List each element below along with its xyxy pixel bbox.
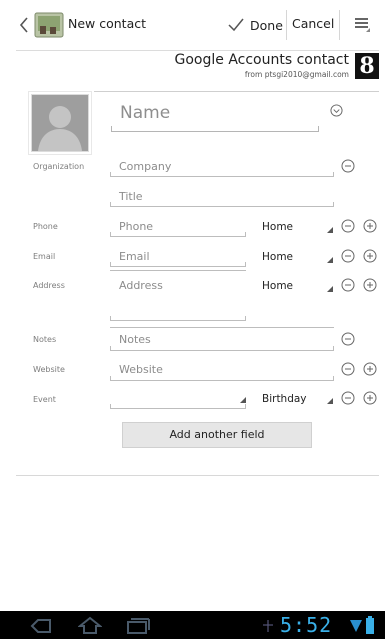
remove-icon[interactable] xyxy=(341,362,355,376)
add-icon[interactable] xyxy=(363,278,377,292)
website-label: Website xyxy=(33,365,65,374)
divider xyxy=(339,10,340,40)
email-label: Email xyxy=(33,252,56,261)
checkmark-icon xyxy=(228,18,244,32)
google-logo: 8 xyxy=(355,53,379,79)
header-divider xyxy=(94,91,379,92)
screen-title: New contact xyxy=(68,16,147,31)
notes-underline xyxy=(110,346,334,351)
organization-label: Organization xyxy=(33,162,85,171)
title-underline xyxy=(110,202,334,207)
add-icon[interactable] xyxy=(363,362,377,376)
clock: 5:52 xyxy=(280,613,333,637)
contact-editor: New contact Done Cancel Google Accounts … xyxy=(16,0,379,611)
website-input[interactable]: Website xyxy=(119,363,163,376)
address-top-line xyxy=(110,270,246,271)
address-input[interactable]: Address xyxy=(119,279,163,292)
date-spinner-arrow-icon xyxy=(240,397,246,403)
company-underline xyxy=(110,172,334,177)
contact-photo[interactable] xyxy=(31,94,89,152)
chevron-left-icon[interactable] xyxy=(18,17,30,33)
add-icon[interactable] xyxy=(363,219,377,233)
notes-top-line xyxy=(110,327,334,328)
done-label: Done xyxy=(250,17,283,33)
add-icon[interactable] xyxy=(363,391,377,405)
address-label: Address xyxy=(33,281,65,290)
event-type-spinner[interactable]: Birthday xyxy=(262,393,307,405)
notes-input[interactable]: Notes xyxy=(119,333,151,346)
notes-label: Notes xyxy=(33,335,57,344)
spinner-arrow-icon xyxy=(327,227,333,233)
right-edge xyxy=(379,0,385,611)
form-bottom-divider xyxy=(16,475,379,476)
account-type: Google Accounts contact xyxy=(174,52,349,68)
signal-icon xyxy=(350,620,362,632)
remove-icon[interactable] xyxy=(341,219,355,233)
spinner-arrow-icon xyxy=(327,398,333,404)
remove-icon[interactable] xyxy=(341,278,355,292)
overflow-menu-icon[interactable] xyxy=(354,16,370,32)
remove-icon[interactable] xyxy=(341,332,355,346)
home-nav-icon[interactable] xyxy=(78,616,102,634)
phone-label: Phone xyxy=(33,222,58,231)
screen: New contact Done Cancel Google Accounts … xyxy=(0,0,385,639)
account-email: from ptsgi2010@gmail.com xyxy=(244,70,349,79)
recent-apps-icon[interactable] xyxy=(126,618,150,634)
system-bar: 5:52 xyxy=(0,611,385,639)
website-underline xyxy=(110,376,334,381)
add-another-field-button[interactable]: Add another field xyxy=(122,422,312,448)
expand-name-icon[interactable] xyxy=(330,104,343,117)
address-type-spinner[interactable]: Home xyxy=(262,280,293,292)
email-type-spinner[interactable]: Home xyxy=(262,251,293,263)
left-edge xyxy=(0,0,16,611)
spinner-arrow-icon xyxy=(327,257,333,263)
person-silhouette-icon xyxy=(32,95,88,151)
add-icon[interactable] xyxy=(363,249,377,263)
usb-icon xyxy=(263,620,273,632)
action-bar: New contact Done Cancel xyxy=(16,0,379,51)
email-underline xyxy=(110,262,246,267)
address-underline xyxy=(110,316,246,321)
remove-icon[interactable] xyxy=(341,159,355,173)
name-input[interactable]: Name xyxy=(120,103,170,123)
phone-type-spinner[interactable]: Home xyxy=(262,221,293,233)
done-button[interactable]: Done xyxy=(228,11,283,39)
cancel-button[interactable]: Cancel xyxy=(292,16,334,31)
event-label: Event xyxy=(33,395,56,404)
event-date-underline[interactable] xyxy=(110,404,246,409)
back-nav-icon[interactable] xyxy=(30,619,52,633)
divider xyxy=(286,10,287,40)
name-underline xyxy=(111,126,319,132)
phone-underline xyxy=(110,232,246,237)
battery-icon xyxy=(366,616,374,634)
remove-icon[interactable] xyxy=(341,249,355,263)
spinner-arrow-icon xyxy=(327,286,333,292)
contacts-app-icon[interactable] xyxy=(34,12,64,38)
remove-icon[interactable] xyxy=(341,391,355,405)
